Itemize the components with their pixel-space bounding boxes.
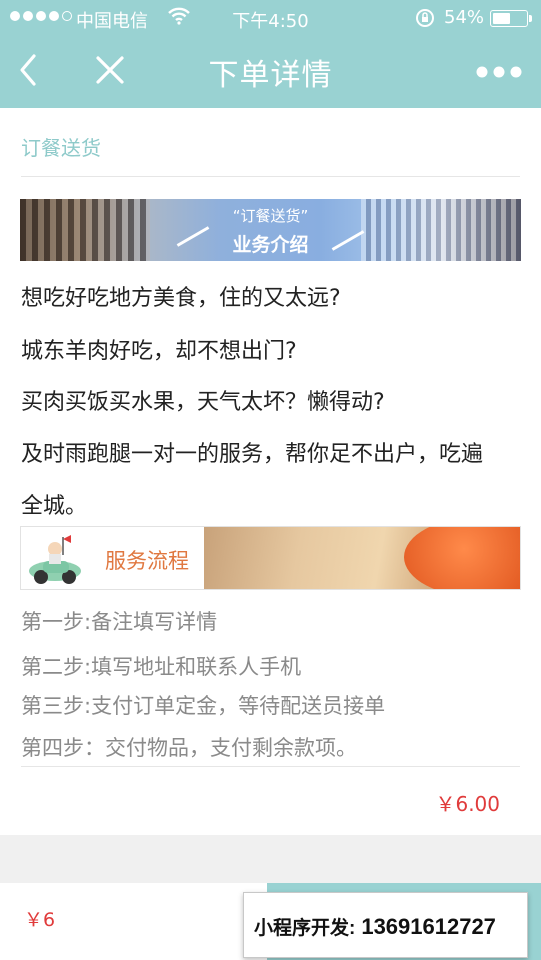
intro-banner-subtitle: “订餐送货” (232, 207, 309, 225)
battery-icon (490, 10, 532, 27)
service-flow-banner: 服务流程 (20, 526, 521, 590)
orientation-lock-icon (414, 7, 436, 34)
service-flow-title: 服务流程 (105, 549, 189, 573)
description-line: 城东羊肉好吃，却不想出门? (21, 339, 297, 364)
battery-percent: 54% (444, 7, 485, 28)
status-bar: 中国电信 下午4:50 54% (0, 0, 541, 36)
delivery-scooter-icon (25, 531, 85, 587)
description-line: 买肉买饭买水果，天气太坏？懒得动? (21, 390, 385, 415)
divider (21, 176, 520, 177)
ad-text: 小程序开发: 13691612727 (254, 913, 496, 940)
divider (21, 766, 520, 767)
step-item: 第二步:填写地址和联系人手机 (21, 655, 302, 679)
page-title: 下单详情 (208, 58, 333, 93)
watermark-ad: 小程序开发: 13691612727 (243, 892, 528, 958)
order-detail-content: 订餐送货 “订餐送货” 业务介绍 想吃好吃地方美食，住的又太远? 城东羊肉好吃，… (0, 108, 541, 835)
intro-banner-title: 业务介绍 (232, 234, 309, 256)
order-price: ￥6.00 (435, 792, 500, 816)
step-item: 第一步:备注填写详情 (21, 610, 218, 634)
total-amount: ￥6 (24, 909, 56, 931)
intro-banner: “订餐送货” 业务介绍 (20, 199, 521, 261)
description-line: 及时雨跑腿一对一的服务，帮你足不出户，吃遍 (21, 442, 484, 467)
description-line: 全城。 (21, 494, 88, 519)
step-item: 第四步：交付物品，支付剩余款项。 (21, 736, 357, 760)
more-icon[interactable] (476, 64, 522, 78)
ad-label: 小程序开发: (254, 918, 356, 939)
service-flow-image (204, 527, 520, 589)
description-line: 想吃好吃地方美食，住的又太远? (21, 286, 341, 311)
step-item: 第三步:支付订单定金，等待配送员接单 (21, 694, 386, 718)
section-title: 订餐送货 (21, 136, 101, 160)
navbar: 下单详情 (0, 36, 541, 108)
ad-phone: 13691612727 (361, 914, 496, 939)
